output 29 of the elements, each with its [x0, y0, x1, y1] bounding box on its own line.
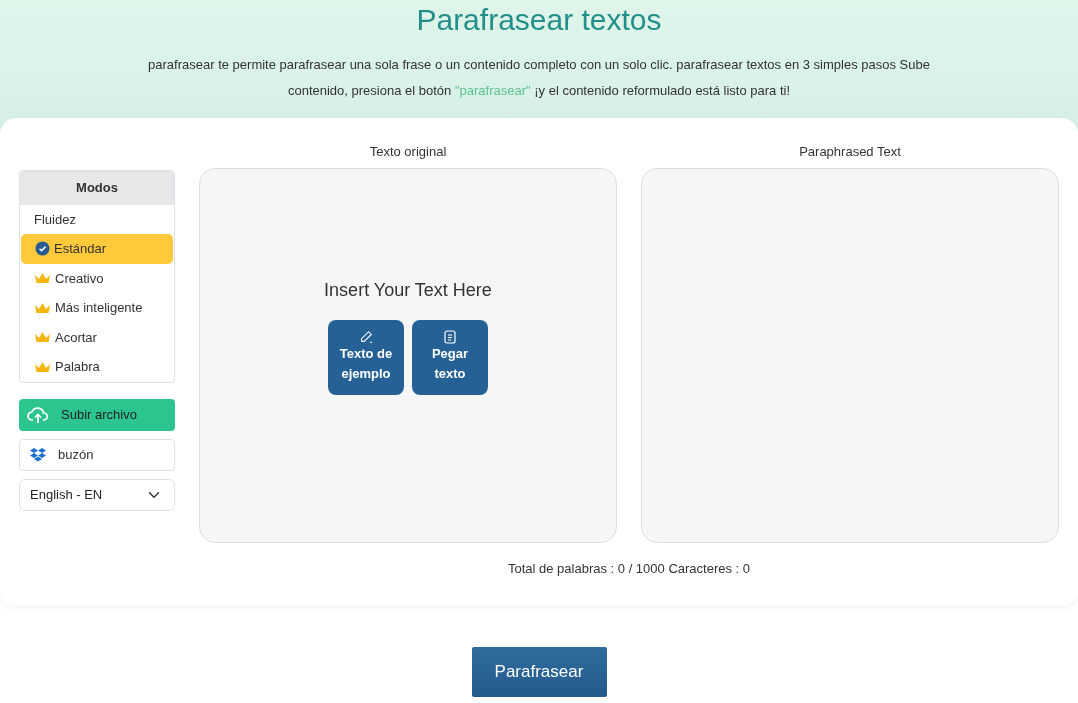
mode-item[interactable]: Creativo [21, 263, 173, 293]
mode-item[interactable]: Fluidez [21, 204, 173, 234]
page-title: Parafrasear textos [415, 2, 663, 38]
modes-heading: Modos [20, 171, 174, 205]
language-select[interactable]: English - EN [19, 478, 175, 511]
mode-item[interactable]: Palabra [21, 352, 173, 382]
dropbox-icon [30, 447, 46, 462]
crown-icon [34, 331, 51, 344]
paraphrase-button[interactable]: Parafrasear [471, 647, 607, 697]
mode-item[interactable]: Más inteligente [21, 293, 173, 323]
check-badge-icon [35, 241, 50, 257]
panel-label: Paraphrased Text [798, 143, 902, 161]
insert-text-prompt: Insert Your Text Here [324, 278, 492, 302]
document-icon [444, 330, 456, 344]
mode-item[interactable]: Estándar [21, 234, 173, 264]
crown-icon [34, 301, 51, 314]
dropbox-button[interactable]: buzón [19, 438, 175, 471]
paste-text-button[interactable]: Pegar texto [412, 319, 488, 395]
original-text-area[interactable]: Insert Your Text Here Texto de ejemplo Pegar texto [199, 168, 617, 543]
cloud-upload-icon [27, 405, 49, 424]
panel-label: Texto original [368, 143, 448, 161]
pencil-icon [359, 330, 373, 344]
crown-icon [34, 272, 51, 285]
intro-paragraph: parafrasear te permite parafrasear una sola frase o un contenido completo con un solo clic. parafrasear textos en 3 simples pasos Sube contenido, presiona el botón "parafrasear" ¡y el contenido reformulado está listo para ti! [147, 56, 931, 100]
crown-icon [34, 360, 51, 373]
upload-button[interactable]: Subir archivo [19, 398, 175, 431]
mode-item[interactable]: Acortar [21, 322, 173, 352]
sample-text-button[interactable]: Texto de ejemplo [328, 319, 404, 395]
word-counter: Total de palabras : 0 / 1000 Caracteres : 0 [506, 560, 752, 578]
